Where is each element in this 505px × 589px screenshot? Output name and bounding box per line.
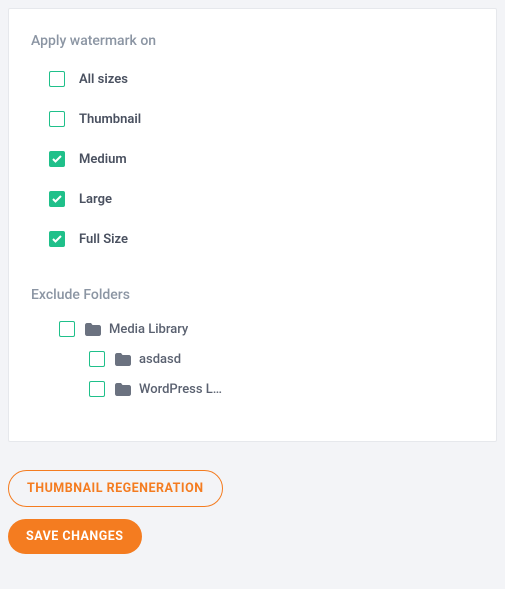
- size-option-label: Large: [79, 192, 112, 207]
- watermark-section-title: Apply watermark on: [31, 33, 474, 49]
- size-option-row: All sizes: [31, 71, 474, 87]
- action-buttons: THUMBNAIL REGENERATION SAVE CHANGES: [8, 470, 497, 554]
- size-option-label: All sizes: [79, 72, 128, 87]
- checkbox-thumbnail[interactable]: [49, 111, 65, 127]
- size-option-label: Medium: [79, 152, 127, 167]
- size-option-label: Thumbnail: [79, 112, 141, 127]
- folder-icon: [85, 323, 101, 336]
- size-option-row: Thumbnail: [31, 111, 474, 127]
- folder-label: asdasd: [139, 352, 181, 367]
- size-option-row: Large: [31, 191, 474, 207]
- size-option-row: Medium: [31, 151, 474, 167]
- exclude-section-title: Exclude Folders: [31, 287, 474, 303]
- folder-label: Media Library: [109, 322, 188, 337]
- tree-item: WordPress L…: [89, 381, 474, 397]
- checkbox-folder-child[interactable]: [89, 381, 105, 397]
- checkbox-medium[interactable]: [49, 151, 65, 167]
- checkbox-large[interactable]: [49, 191, 65, 207]
- folder-icon: [115, 383, 131, 396]
- folder-label: WordPress L…: [139, 382, 222, 397]
- folder-icon: [115, 353, 131, 366]
- checkbox-full-size[interactable]: [49, 231, 65, 247]
- size-option-row: Full Size: [31, 231, 474, 247]
- save-changes-button[interactable]: SAVE CHANGES: [8, 519, 142, 554]
- checkbox-folder-child[interactable]: [89, 351, 105, 367]
- tree-item: asdasd: [89, 351, 474, 367]
- thumbnail-regeneration-button[interactable]: THUMBNAIL REGENERATION: [8, 470, 223, 507]
- checkbox-folder-root[interactable]: [59, 321, 75, 337]
- tree-children: asdasd WordPress L…: [59, 351, 474, 397]
- settings-card: Apply watermark on All sizes Thumbnail M…: [8, 8, 497, 442]
- size-option-label: Full Size: [79, 232, 128, 247]
- tree-item-root: Media Library: [59, 321, 474, 337]
- size-options: All sizes Thumbnail Medium Large Full Si…: [31, 71, 474, 247]
- folder-tree: Media Library asdasd WordPress L…: [31, 321, 474, 397]
- checkbox-all-sizes[interactable]: [49, 71, 65, 87]
